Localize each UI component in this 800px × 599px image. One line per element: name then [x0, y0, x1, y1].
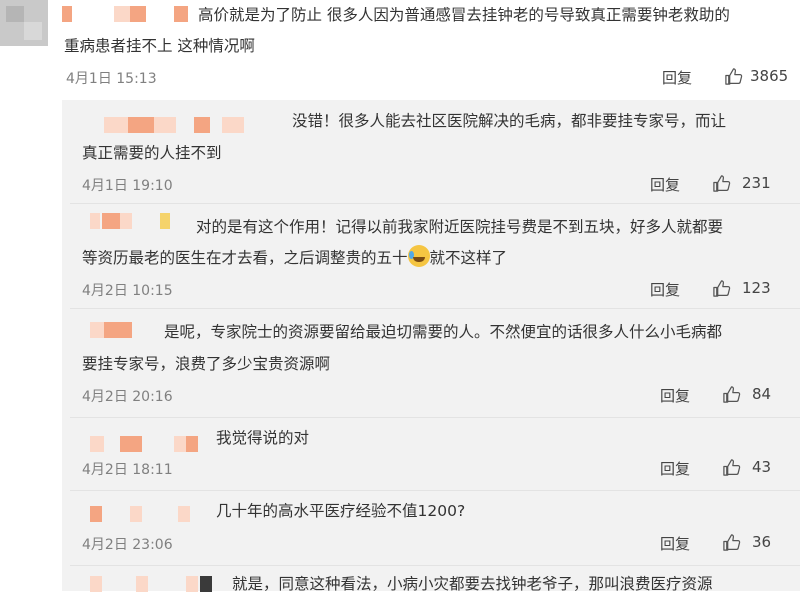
reply-button[interactable]: 回复: [650, 174, 680, 195]
reply-time: 4月2日 18:11: [82, 462, 173, 478]
reply-button[interactable]: 回复: [660, 385, 690, 406]
divider: [70, 203, 800, 204]
reply-time: 4月2日 10:15: [82, 283, 173, 299]
username-mosaic[interactable]: [90, 322, 136, 338]
divider: [70, 417, 800, 418]
reply-text-part2: 就不这样了: [429, 249, 508, 267]
like-count: 43: [752, 458, 772, 476]
username-mosaic[interactable]: [90, 436, 200, 452]
reply-button[interactable]: 回复: [660, 533, 690, 554]
laugh-cry-emoji-icon: [407, 245, 430, 267]
reply-text-line2: 等资历最老的医生在才去看，之后调整贵的五十 就不这样了: [82, 243, 507, 273]
reply-text-line1: 是呢，专家院士的资源要留给最迫切需要的人。不然便宜的话很多人什么小毛病都: [164, 323, 723, 341]
divider: [70, 565, 800, 566]
username-mosaic[interactable]: [90, 506, 200, 522]
username-mosaic[interactable]: [90, 213, 180, 229]
reply-text-line1: 就是，同意这种看法，小病小灾都要去找钟老爷子，那叫浪费医疗资源: [232, 575, 713, 593]
comment-time: 4月1日 15:13: [66, 71, 157, 87]
reply-time: 4月2日 20:16: [82, 389, 173, 405]
reply-button[interactable]: 回复: [660, 458, 690, 479]
like-count: 3865: [750, 67, 789, 85]
thumbs-up-icon[interactable]: [712, 279, 731, 298]
thumbs-up-icon[interactable]: [712, 174, 731, 193]
comment-text-line1: 高价就是为了防止 很多人因为普通感冒去挂钟老的号导致真正需要钟老救助的: [198, 6, 730, 24]
reply-text-line2: 要挂专家号，浪费了多少宝贵资源啊: [82, 355, 331, 373]
reply-text-line2: 真正需要的人挂不到: [82, 144, 222, 162]
reply-time: 4月1日 19:10: [82, 178, 173, 194]
like-count: 84: [752, 385, 772, 403]
reply-time: 4月2日 23:06: [82, 537, 173, 553]
username-mosaic[interactable]: [62, 6, 192, 22]
thumbs-up-icon[interactable]: [724, 67, 743, 86]
like-count: 123: [742, 279, 771, 297]
username-mosaic[interactable]: [90, 576, 220, 592]
like-count: 36: [752, 533, 772, 551]
thumbs-up-icon[interactable]: [722, 533, 741, 552]
divider: [70, 490, 800, 491]
reply-text-line1: 没错！很多人能去社区医院解决的毛病，都非要挂专家号，而让: [292, 112, 727, 130]
reply-text-line1: 我觉得说的对: [216, 429, 310, 447]
commenter-avatar[interactable]: [0, 0, 48, 46]
reply-text-line1: 对的是有这个作用！记得以前我家附近医院挂号费是不到五块，好多人就都要: [196, 218, 724, 236]
reply-button[interactable]: 回复: [650, 279, 680, 300]
divider: [70, 308, 800, 309]
reply-text-part1: 等资历最老的医生在才去看，之后调整贵的五十: [82, 249, 408, 267]
comment-text-line2: 重病患者挂不上 这种情况啊: [64, 37, 255, 55]
reply-button[interactable]: 回复: [662, 67, 692, 88]
thumbs-up-icon[interactable]: [722, 458, 741, 477]
like-count: 231: [742, 174, 771, 192]
username-mosaic[interactable]: [104, 117, 244, 133]
thumbs-up-icon[interactable]: [722, 385, 741, 404]
reply-text-line1: 几十年的高水平医疗经验不值1200?: [216, 502, 466, 520]
